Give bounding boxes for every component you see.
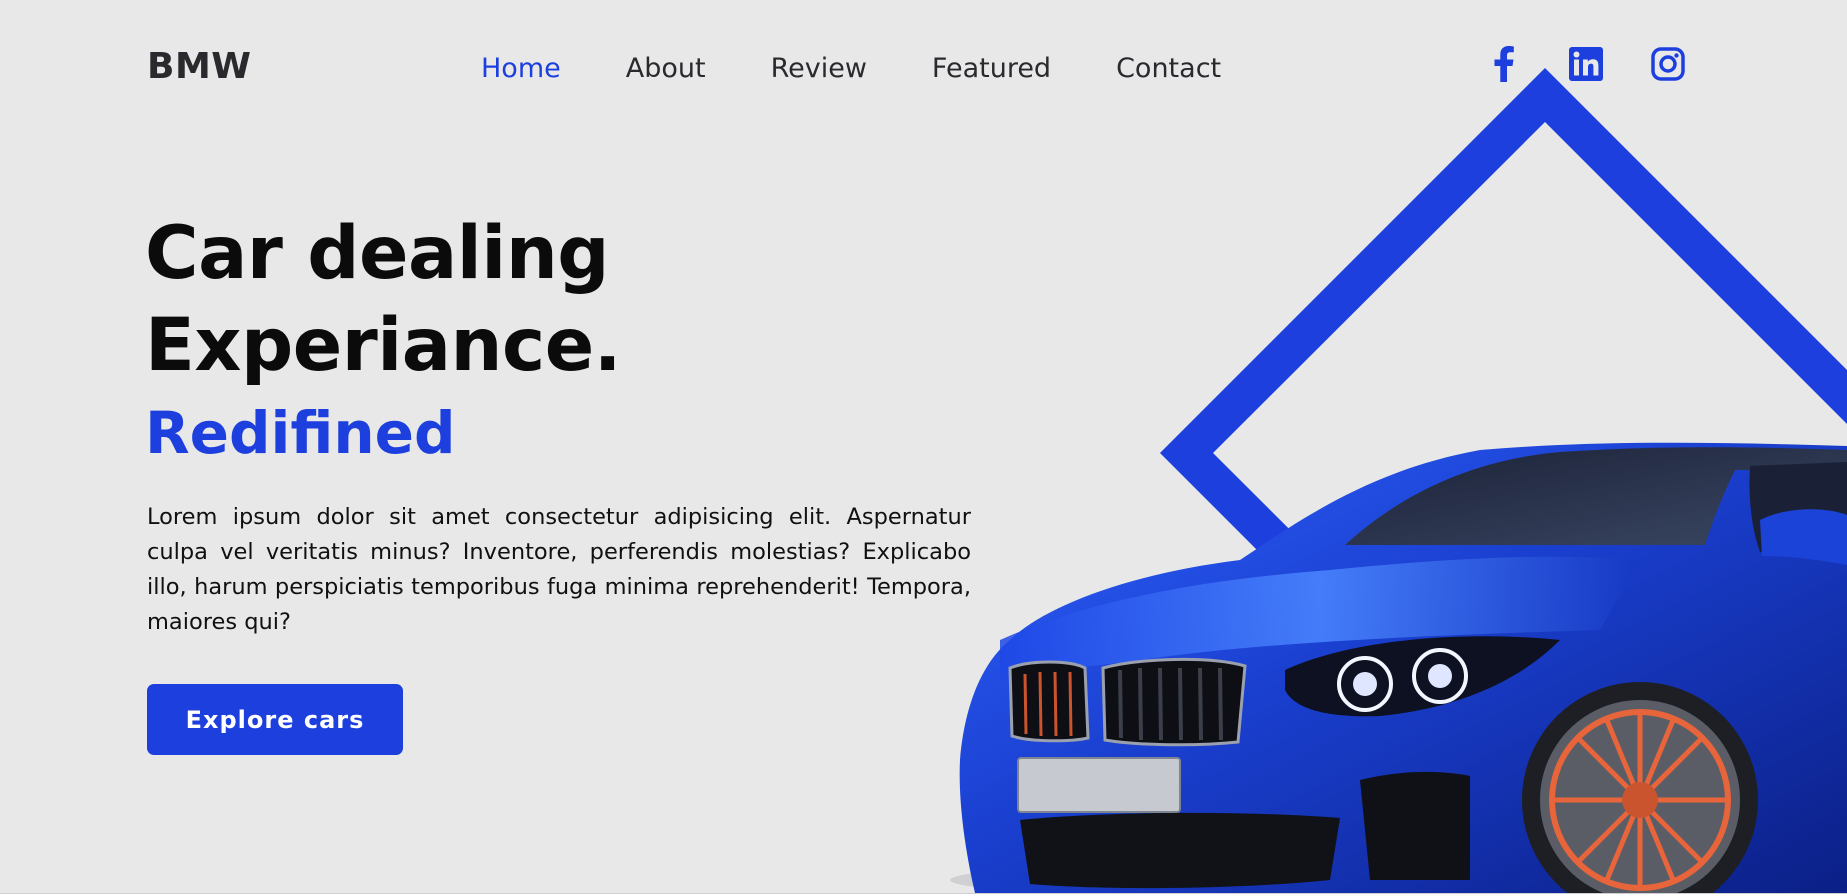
brand-logo[interactable]: BMW: [147, 46, 251, 87]
nav-featured[interactable]: Featured: [932, 52, 1051, 86]
hero-description: Lorem ipsum dolor sit amet consectetur a…: [147, 504, 971, 635]
hero-accent-text: Redifined: [145, 399, 456, 467]
nav-review[interactable]: Review: [771, 52, 867, 86]
headlight: [1285, 636, 1560, 717]
facebook-icon[interactable]: [1486, 46, 1522, 82]
nav-home[interactable]: Home: [481, 52, 561, 86]
linkedin-icon[interactable]: [1568, 46, 1604, 82]
front-wheel: [1522, 682, 1758, 893]
social-links: [1486, 46, 1686, 82]
landing-page: BMW Home About Review Featured Contact C…: [0, 0, 1847, 894]
license-plate: [1017, 757, 1181, 813]
instagram-icon[interactable]: [1650, 46, 1686, 82]
kidney-grille: [1008, 657, 1247, 747]
explore-cars-button[interactable]: Explore cars: [147, 684, 403, 755]
nav-about[interactable]: About: [626, 52, 706, 86]
main-nav: Home About Review Featured Contact: [481, 52, 1286, 86]
diamond-frame: [1160, 68, 1847, 838]
headline-line-1: Car dealing: [145, 211, 610, 296]
headline-line-2: Experiance.: [145, 303, 622, 388]
car-image: [950, 442, 1847, 893]
hero-headline: Car dealing Experiance.: [145, 208, 622, 392]
nav-contact[interactable]: Contact: [1116, 52, 1221, 86]
